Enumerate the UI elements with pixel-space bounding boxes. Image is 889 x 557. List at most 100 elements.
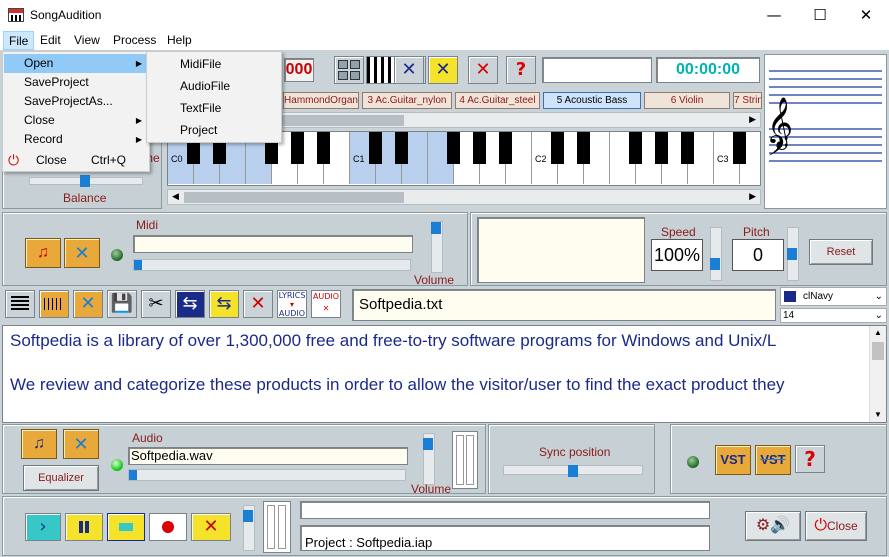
black-key[interactable] <box>473 132 486 164</box>
minimize-button[interactable]: — <box>751 0 797 31</box>
delete-button[interactable]: ✕ <box>468 56 498 84</box>
menu-item-close[interactable]: Close ▶ <box>4 111 150 130</box>
black-key[interactable] <box>499 132 512 164</box>
audio-file-field[interactable]: Softpedia.wav <box>128 447 408 465</box>
instrument-tab[interactable]: 6 Violin <box>644 92 730 109</box>
pitch-value[interactable]: 0 <box>732 239 784 271</box>
speed-value[interactable]: 100% <box>651 239 703 271</box>
black-key[interactable] <box>733 132 746 164</box>
menu-process[interactable]: Process <box>108 31 161 50</box>
submenu-item-text[interactable]: TextFile <box>148 97 282 119</box>
close-app-button[interactable]: ⏻Close <box>805 511 867 541</box>
scroll-left-icon[interactable]: ◀ <box>172 191 179 202</box>
scroll-down-icon[interactable]: ▼ <box>874 410 882 419</box>
black-key[interactable] <box>447 132 460 164</box>
instrument-tab[interactable]: 7 Strings <box>733 92 762 109</box>
chevron-down-icon[interactable]: ⌄ <box>875 288 883 305</box>
black-key[interactable] <box>291 132 304 164</box>
speaker-settings-button[interactable]: ⚙🔊 <box>745 511 801 541</box>
midi-position-thumb[interactable] <box>134 260 142 270</box>
keyboard-view-button[interactable] <box>366 56 396 84</box>
menu-item-saveproject[interactable]: SaveProject <box>4 73 150 92</box>
black-key[interactable] <box>551 132 564 164</box>
text-grid-icon[interactable] <box>39 290 69 318</box>
text-scroll-thumb[interactable] <box>872 342 884 360</box>
black-key[interactable] <box>629 132 642 164</box>
close-window-button[interactable]: ✕ <box>843 0 889 31</box>
text-lines-icon[interactable] <box>5 290 35 318</box>
submenu-item-midi[interactable]: MidiFile <box>148 53 282 75</box>
balance-slider[interactable] <box>29 175 143 187</box>
midi-file-field[interactable] <box>133 235 413 253</box>
menu-item-record[interactable]: Record ▶ <box>4 130 150 149</box>
black-key[interactable] <box>655 132 668 164</box>
menu-item-open[interactable]: Open ▶ <box>4 54 150 73</box>
close-audio-folder-icon[interactable]: ✕ <box>63 429 99 459</box>
instrument-tab[interactable]: 4 Ac.Guitar_steel <box>455 92 540 109</box>
open-midi-folder-icon[interactable]: ♫ <box>25 238 61 268</box>
save-icon[interactable]: 💾 <box>107 290 137 318</box>
equalizer-button[interactable]: Equalizer <box>23 465 99 491</box>
midi-position-slider[interactable] <box>133 259 411 271</box>
pitch-slider-thumb[interactable] <box>787 248 797 260</box>
stop-button[interactable] <box>107 513 145 541</box>
black-key[interactable] <box>395 132 408 164</box>
menu-item-saveprojectas[interactable]: SaveProjectAs... <box>4 92 150 111</box>
audio-convert-icon[interactable]: AUDIO ✕ <box>311 290 341 318</box>
chevron-down-icon[interactable]: ⌄ <box>875 309 883 322</box>
sync-slider[interactable] <box>503 465 643 477</box>
color-select[interactable]: clNavy ⌄ <box>780 287 887 306</box>
font-size-select[interactable]: 14 ⌄ <box>780 308 887 323</box>
pause-button[interactable] <box>65 513 103 541</box>
lyrics-text-area[interactable]: Softpedia is a library of over 1,300,000… <box>2 325 887 423</box>
pitch-slider[interactable] <box>787 227 799 281</box>
black-key[interactable] <box>317 132 330 164</box>
open-audio-folder-icon[interactable]: ♫ <box>21 429 57 459</box>
mute-notes-button[interactable]: ✕ <box>394 56 424 84</box>
record-button[interactable] <box>149 513 187 541</box>
master-volume-thumb[interactable] <box>243 510 253 522</box>
close-text-icon[interactable]: ✕ <box>73 290 103 318</box>
speed-slider[interactable] <box>710 227 722 281</box>
menu-help[interactable]: Help <box>162 31 197 50</box>
audio-position-slider[interactable] <box>128 469 406 481</box>
grid-view-button[interactable] <box>334 56 364 84</box>
text-file-field[interactable]: Softpedia.txt <box>352 289 776 321</box>
align-left-icon[interactable]: ⇆ <box>175 290 205 318</box>
balance-slider-thumb[interactable] <box>80 175 90 187</box>
menu-edit[interactable]: Edit <box>35 31 66 50</box>
menu-file[interactable]: File <box>3 31 35 50</box>
scroll-up-icon[interactable]: ▲ <box>874 328 882 337</box>
instrument-tab[interactable]: 3 Ac.Guitar_nylon <box>362 92 452 109</box>
lyrics-to-audio-icon[interactable]: LYRICS ▾ AUDIO <box>277 290 307 318</box>
audio-volume-slider[interactable] <box>423 433 435 485</box>
audio-volume-thumb[interactable] <box>423 438 433 450</box>
clear-notes-button[interactable]: ✕ <box>428 56 458 84</box>
submenu-item-audio[interactable]: AudioFile <box>148 75 282 97</box>
reset-button[interactable]: Reset <box>809 239 873 265</box>
black-key[interactable] <box>577 132 590 164</box>
black-key[interactable] <box>681 132 694 164</box>
delete-text-icon[interactable]: ✕ <box>243 290 273 318</box>
midi-volume-slider[interactable] <box>431 221 443 273</box>
vst-remove-button[interactable]: VST <box>755 445 791 475</box>
piano-scroll-thumb[interactable] <box>184 192 404 203</box>
piano-scrollbar[interactable]: ◀ ▶ <box>167 189 761 205</box>
scroll-right-icon[interactable]: ▶ <box>749 191 756 202</box>
vst-button[interactable]: VST <box>715 445 751 475</box>
menu-item-exit[interactable]: ⏻ Close Ctrl+Q <box>4 151 150 170</box>
master-volume-slider[interactable] <box>243 505 255 551</box>
vst-help-button[interactable]: ? <box>795 445 825 473</box>
play-button[interactable]: › <box>25 513 61 541</box>
menu-view[interactable]: View <box>69 31 105 50</box>
cut-icon[interactable]: ✂ <box>141 290 171 318</box>
midi-volume-thumb[interactable] <box>431 222 441 234</box>
maximize-button[interactable]: ☐ <box>797 0 843 31</box>
instrument-tab-selected[interactable]: 5 Acoustic Bass <box>543 92 641 109</box>
submenu-item-project[interactable]: Project <box>148 119 282 141</box>
close-midi-folder-icon[interactable]: ✕ <box>64 238 100 268</box>
speed-slider-thumb[interactable] <box>710 258 720 270</box>
instrument-tab[interactable]: HammondOrgan <box>283 92 359 109</box>
audio-position-thumb[interactable] <box>129 470 137 480</box>
help-button[interactable]: ? <box>506 56 536 84</box>
